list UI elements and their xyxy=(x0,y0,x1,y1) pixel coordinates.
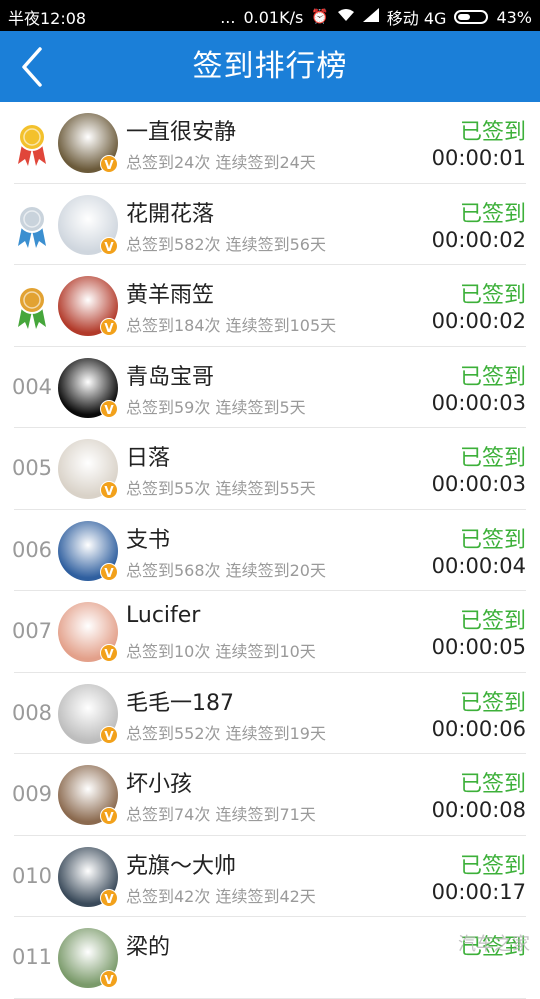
verified-badge-icon: V xyxy=(100,888,118,907)
wifi-icon xyxy=(337,8,355,26)
checkin-status: 已签到 xyxy=(459,201,526,227)
list-item[interactable]: V 花開花落总签到582次 连续签到56天 已签到 00:00:02 xyxy=(0,184,540,265)
user-name[interactable]: 支书 xyxy=(126,522,170,554)
rank-number: 011 xyxy=(11,945,53,969)
list-item[interactable]: 009 V 坏小孩总签到74次 连续签到71天 已签到 00:00:08 xyxy=(0,754,540,836)
checkin-stats: 总签到24次 连续签到24天 xyxy=(126,153,316,172)
checkin-stats: 总签到42次 连续签到42天 xyxy=(126,886,316,906)
checkin-time: 00:00:02 xyxy=(431,309,526,333)
rank-number: 009 xyxy=(11,782,53,806)
user-name[interactable]: 黄羊雨笠 xyxy=(126,277,214,309)
checkin-time: 00:00:08 xyxy=(431,798,526,822)
rank-number: 004 xyxy=(11,374,53,399)
silver-medal-icon xyxy=(14,204,50,248)
status-speed: 0.01K/s xyxy=(243,7,304,27)
chevron-left-icon xyxy=(22,47,42,87)
user-name[interactable]: 花開花落 xyxy=(126,196,214,228)
checkin-time: 00:00:17 xyxy=(431,879,526,904)
watermark: 汽车之家 xyxy=(458,934,530,955)
checkin-status: 已签到 xyxy=(459,690,526,716)
checkin-stats: 总签到55次 连续签到55天 xyxy=(126,479,316,498)
rank-number: 005 xyxy=(11,456,53,480)
checkin-status: 已签到 xyxy=(459,364,526,390)
verified-badge-icon: V xyxy=(100,481,118,499)
checkin-stats: 总签到59次 连续签到5天 xyxy=(126,397,306,417)
status-bar: 半夜12:08 ... 0.01K/s ⏰ 移动 4G 43% xyxy=(0,0,540,31)
list-item[interactable]: 010 V 克旗～大帅总签到42次 连续签到42天 已签到 00:00:17 xyxy=(0,836,540,917)
checkin-stats: 总签到184次 连续签到105天 xyxy=(126,316,337,335)
gold-medal-icon xyxy=(14,122,50,166)
verified-badge-icon: V xyxy=(100,236,118,255)
checkin-time: 00:00:02 xyxy=(431,227,526,252)
checkin-time: 00:00:05 xyxy=(431,635,526,659)
user-name[interactable]: 坏小孩 xyxy=(126,766,192,798)
list-item[interactable]: 005 V 日落总签到55次 连续签到55天 已签到 00:00:03 xyxy=(0,428,540,510)
verified-badge-icon: V xyxy=(100,155,118,173)
verified-badge-icon: V xyxy=(100,318,118,336)
user-name[interactable]: 毛毛一187 xyxy=(126,685,234,717)
app-header: 签到排行榜 xyxy=(0,31,540,102)
list-item[interactable]: 006 V 支书总签到568次 连续签到20天 已签到 00:00:04 xyxy=(0,510,540,591)
rank-number: 007 xyxy=(11,619,53,643)
checkin-status: 已签到 xyxy=(459,120,526,145)
rank-number: 010 xyxy=(11,863,53,888)
verified-badge-icon: V xyxy=(100,970,118,988)
user-name[interactable]: 日落 xyxy=(126,440,170,472)
ranking-list[interactable]: V 一直很安静 总签到24次 连续签到24天 已签到 00:00:01 V 花開花落 总签到5… xyxy=(0,102,540,999)
checkin-time: 00:00:06 xyxy=(431,716,526,741)
status-time: 半夜12:08 xyxy=(8,9,87,28)
status-dots: ... xyxy=(220,7,236,27)
signal-icon xyxy=(362,8,379,26)
battery-icon xyxy=(454,10,489,24)
checkin-time: 00:00:03 xyxy=(431,472,526,496)
checkin-status: 已签到 xyxy=(459,853,526,879)
checkin-status: 已签到 xyxy=(459,446,526,471)
rank-number: 006 xyxy=(11,537,53,562)
checkin-time: 00:00:01 xyxy=(431,146,526,170)
checkin-stats: 总签到568次 连续签到20天 xyxy=(126,560,326,580)
row-divider xyxy=(14,997,526,999)
checkin-stats: 总签到10次 连续签到10天 xyxy=(126,642,316,661)
checkin-time: 00:00:03 xyxy=(431,390,526,415)
verified-badge-icon: V xyxy=(100,562,118,581)
checkin-status: 已签到 xyxy=(459,283,526,308)
checkin-status: 已签到 xyxy=(459,609,526,634)
user-name[interactable]: 梁的 xyxy=(126,929,170,961)
verified-badge-icon: V xyxy=(100,807,118,825)
verified-badge-icon: V xyxy=(100,725,118,744)
user-name[interactable]: 克旗～大帅 xyxy=(126,848,236,880)
list-item[interactable]: 008 V 毛毛一187 总签到552次 连续签到19天 已签到 00:00:06 xyxy=(0,673,540,754)
user-name[interactable]: Lucifer xyxy=(126,603,200,628)
verified-badge-icon: V xyxy=(100,644,118,662)
checkin-stats: 总签到74次 连续签到71天 xyxy=(126,805,316,824)
rank-number: 008 xyxy=(11,700,53,725)
user-name[interactable]: 青岛宝哥 xyxy=(126,359,214,391)
user-name[interactable]: 一直很安静 xyxy=(126,114,236,146)
back-button[interactable] xyxy=(14,43,54,91)
list-item[interactable]: 007 V Lucifer 总签到10次 连续签到10天 已签到 00:00:05 xyxy=(0,591,540,673)
checkin-stats: 总签到552次 连续签到19天 xyxy=(126,723,326,743)
alarm-icon: ⏰ xyxy=(311,9,329,25)
list-item[interactable]: V 一直很安静总签到24次 连续签到24天 已签到 00:00:01 xyxy=(0,102,540,184)
verified-badge-icon: V xyxy=(100,399,118,418)
checkin-status: 已签到 xyxy=(459,772,526,797)
checkin-stats: 总签到582次 连续签到56天 xyxy=(126,234,326,254)
bronze-medal-icon xyxy=(14,285,50,329)
status-right: ... 0.01K/s ⏰ 移动 4G 43% xyxy=(220,5,532,29)
list-item[interactable]: V 黄羊雨笠总签到184次 连续签到105天 已签到 00:00:02 xyxy=(0,265,540,347)
checkin-status: 已签到 xyxy=(459,527,526,553)
list-item[interactable]: 004 V 青岛宝哥总签到59次 连续签到5天 已签到 00:00:03 xyxy=(0,347,540,428)
checkin-time: 00:00:04 xyxy=(431,553,526,578)
status-carrier: 移动 4G xyxy=(386,9,447,28)
status-battery: 43% xyxy=(496,7,532,27)
page-title: 签到排行榜 xyxy=(192,49,348,84)
